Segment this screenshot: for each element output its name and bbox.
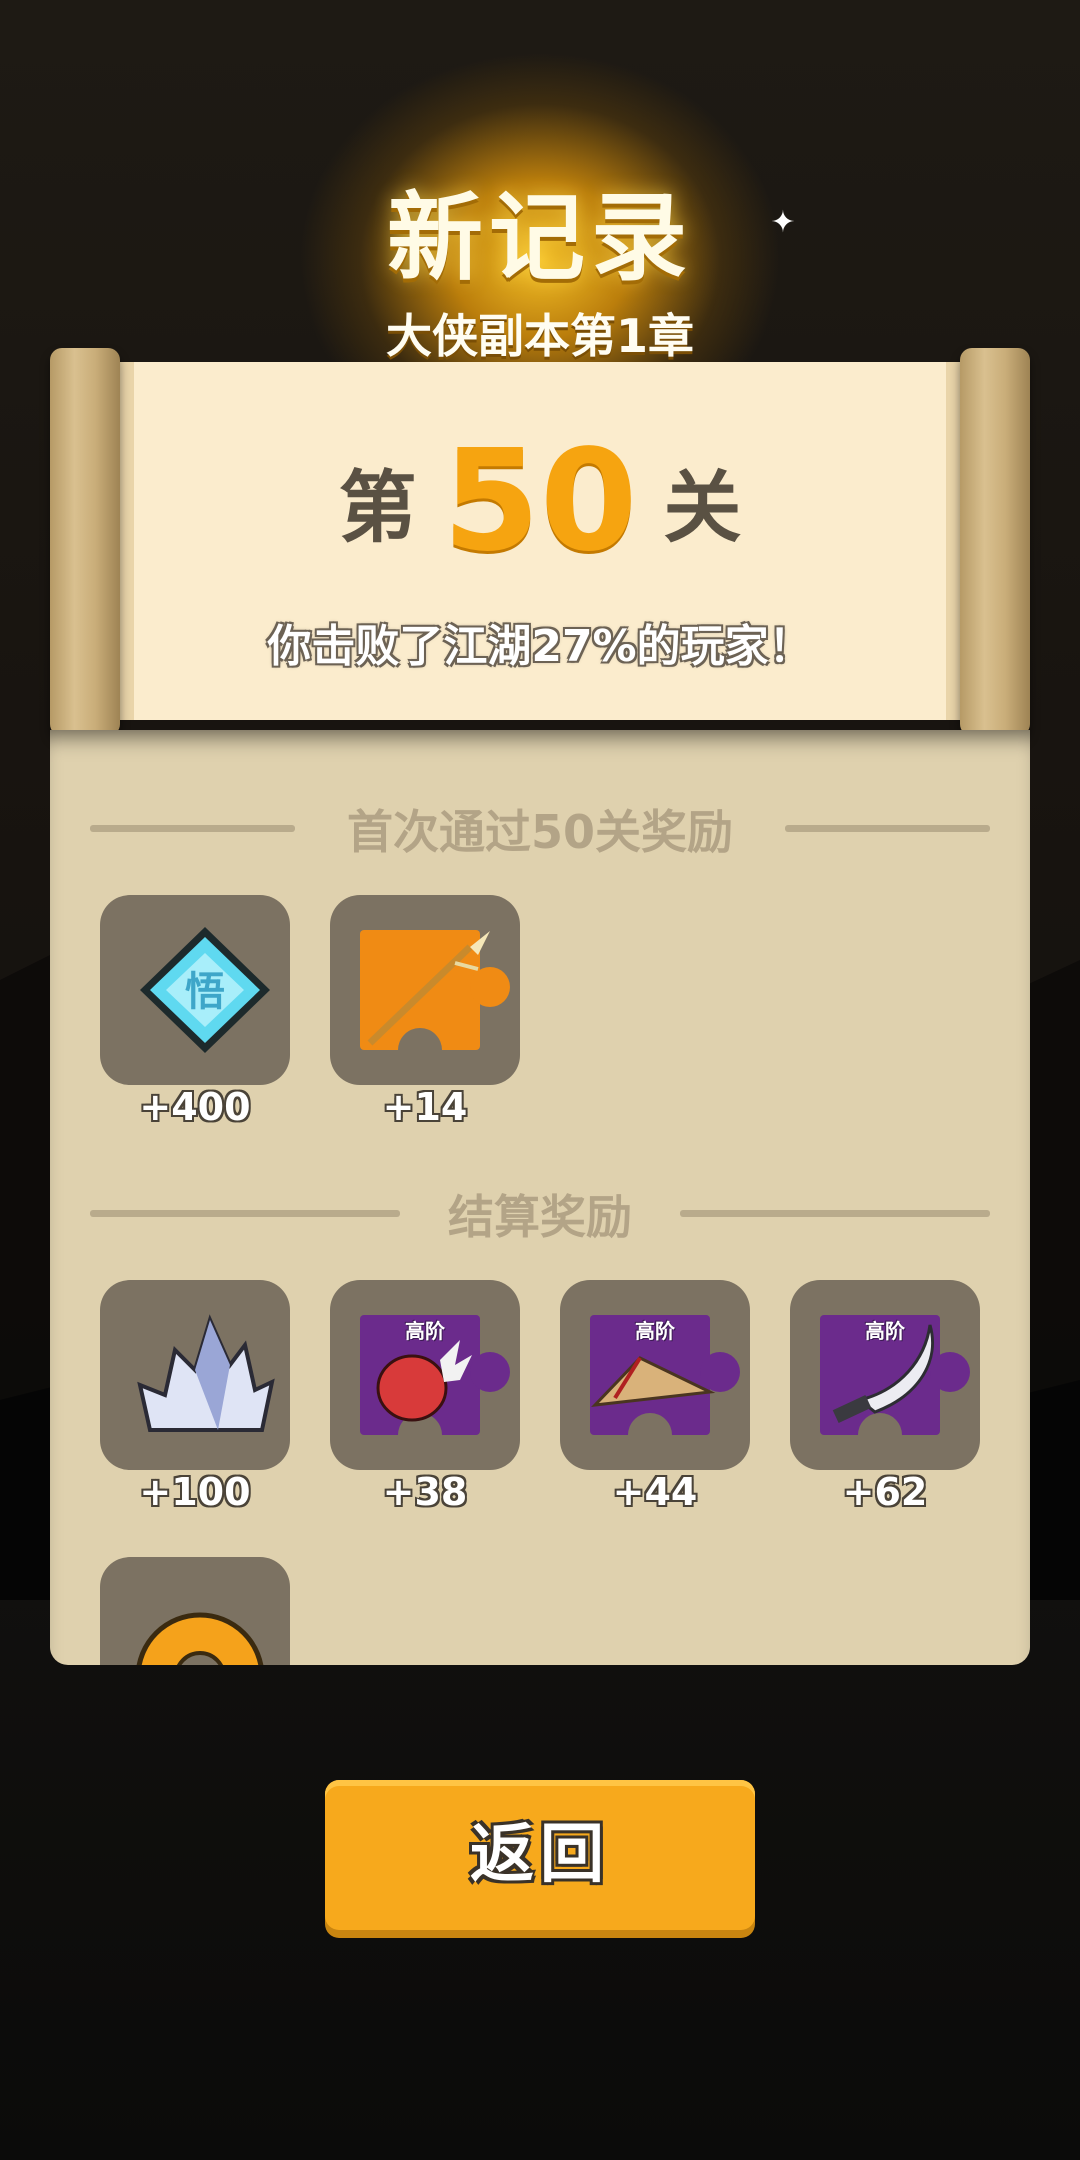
settlement-reward-title: 结算奖励 <box>448 1190 632 1244</box>
reward-item[interactable]: 高阶 <box>560 1280 750 1470</box>
reward-item[interactable] <box>100 1557 290 1665</box>
tier-badge: 高阶 <box>635 1319 675 1343</box>
sparkle-icon: ✦ <box>770 205 796 240</box>
new-record-title: 新记录 <box>387 182 693 294</box>
scroll-roller-left <box>50 348 120 736</box>
reward-item[interactable]: 高阶 <box>790 1280 980 1470</box>
tier-badge: 高阶 <box>865 1319 905 1343</box>
stage-prefix: 第 <box>338 463 417 554</box>
reward-amount: +14 <box>382 1085 468 1129</box>
stage-label: 第 50 关 <box>120 420 960 583</box>
reward-item[interactable]: 悟 <box>100 895 290 1085</box>
reward-amount: +38 <box>382 1470 468 1514</box>
reward-amount: +400 <box>139 1085 251 1129</box>
stage-number: 50 <box>442 420 638 583</box>
reward-amount: +44 <box>612 1470 698 1514</box>
beat-percentage-text: 你击败了江湖27%的玩家！ <box>267 621 813 672</box>
reward-amount: +62 <box>842 1470 928 1514</box>
return-button[interactable]: 返回 <box>325 1780 755 1930</box>
spear-fragment-icon <box>360 930 510 1055</box>
svg-text:悟: 悟 <box>185 969 225 1015</box>
crystal-icon <box>137 1314 275 1432</box>
stage-suffix: 关 <box>663 463 742 554</box>
reward-item[interactable]: 高阶 <box>330 1280 520 1470</box>
reward-amount: +100 <box>139 1470 251 1514</box>
reward-item[interactable] <box>330 895 520 1085</box>
chapter-subtitle: 大侠副本第1章 <box>385 309 694 363</box>
tier-badge: 高阶 <box>405 1319 445 1343</box>
gold-coin-icon <box>136 1612 264 1665</box>
first-clear-reward-title: 首次通过50关奖励 <box>346 805 733 859</box>
scroll-roller-right <box>960 348 1030 736</box>
reward-item[interactable] <box>100 1280 290 1470</box>
reward-panel[interactable]: 首次通过50关奖励 悟 +400 +14 结算奖励 +100 高阶 +38 高阶… <box>50 730 1030 1665</box>
wu-diamond-icon: 悟 <box>140 927 270 1053</box>
